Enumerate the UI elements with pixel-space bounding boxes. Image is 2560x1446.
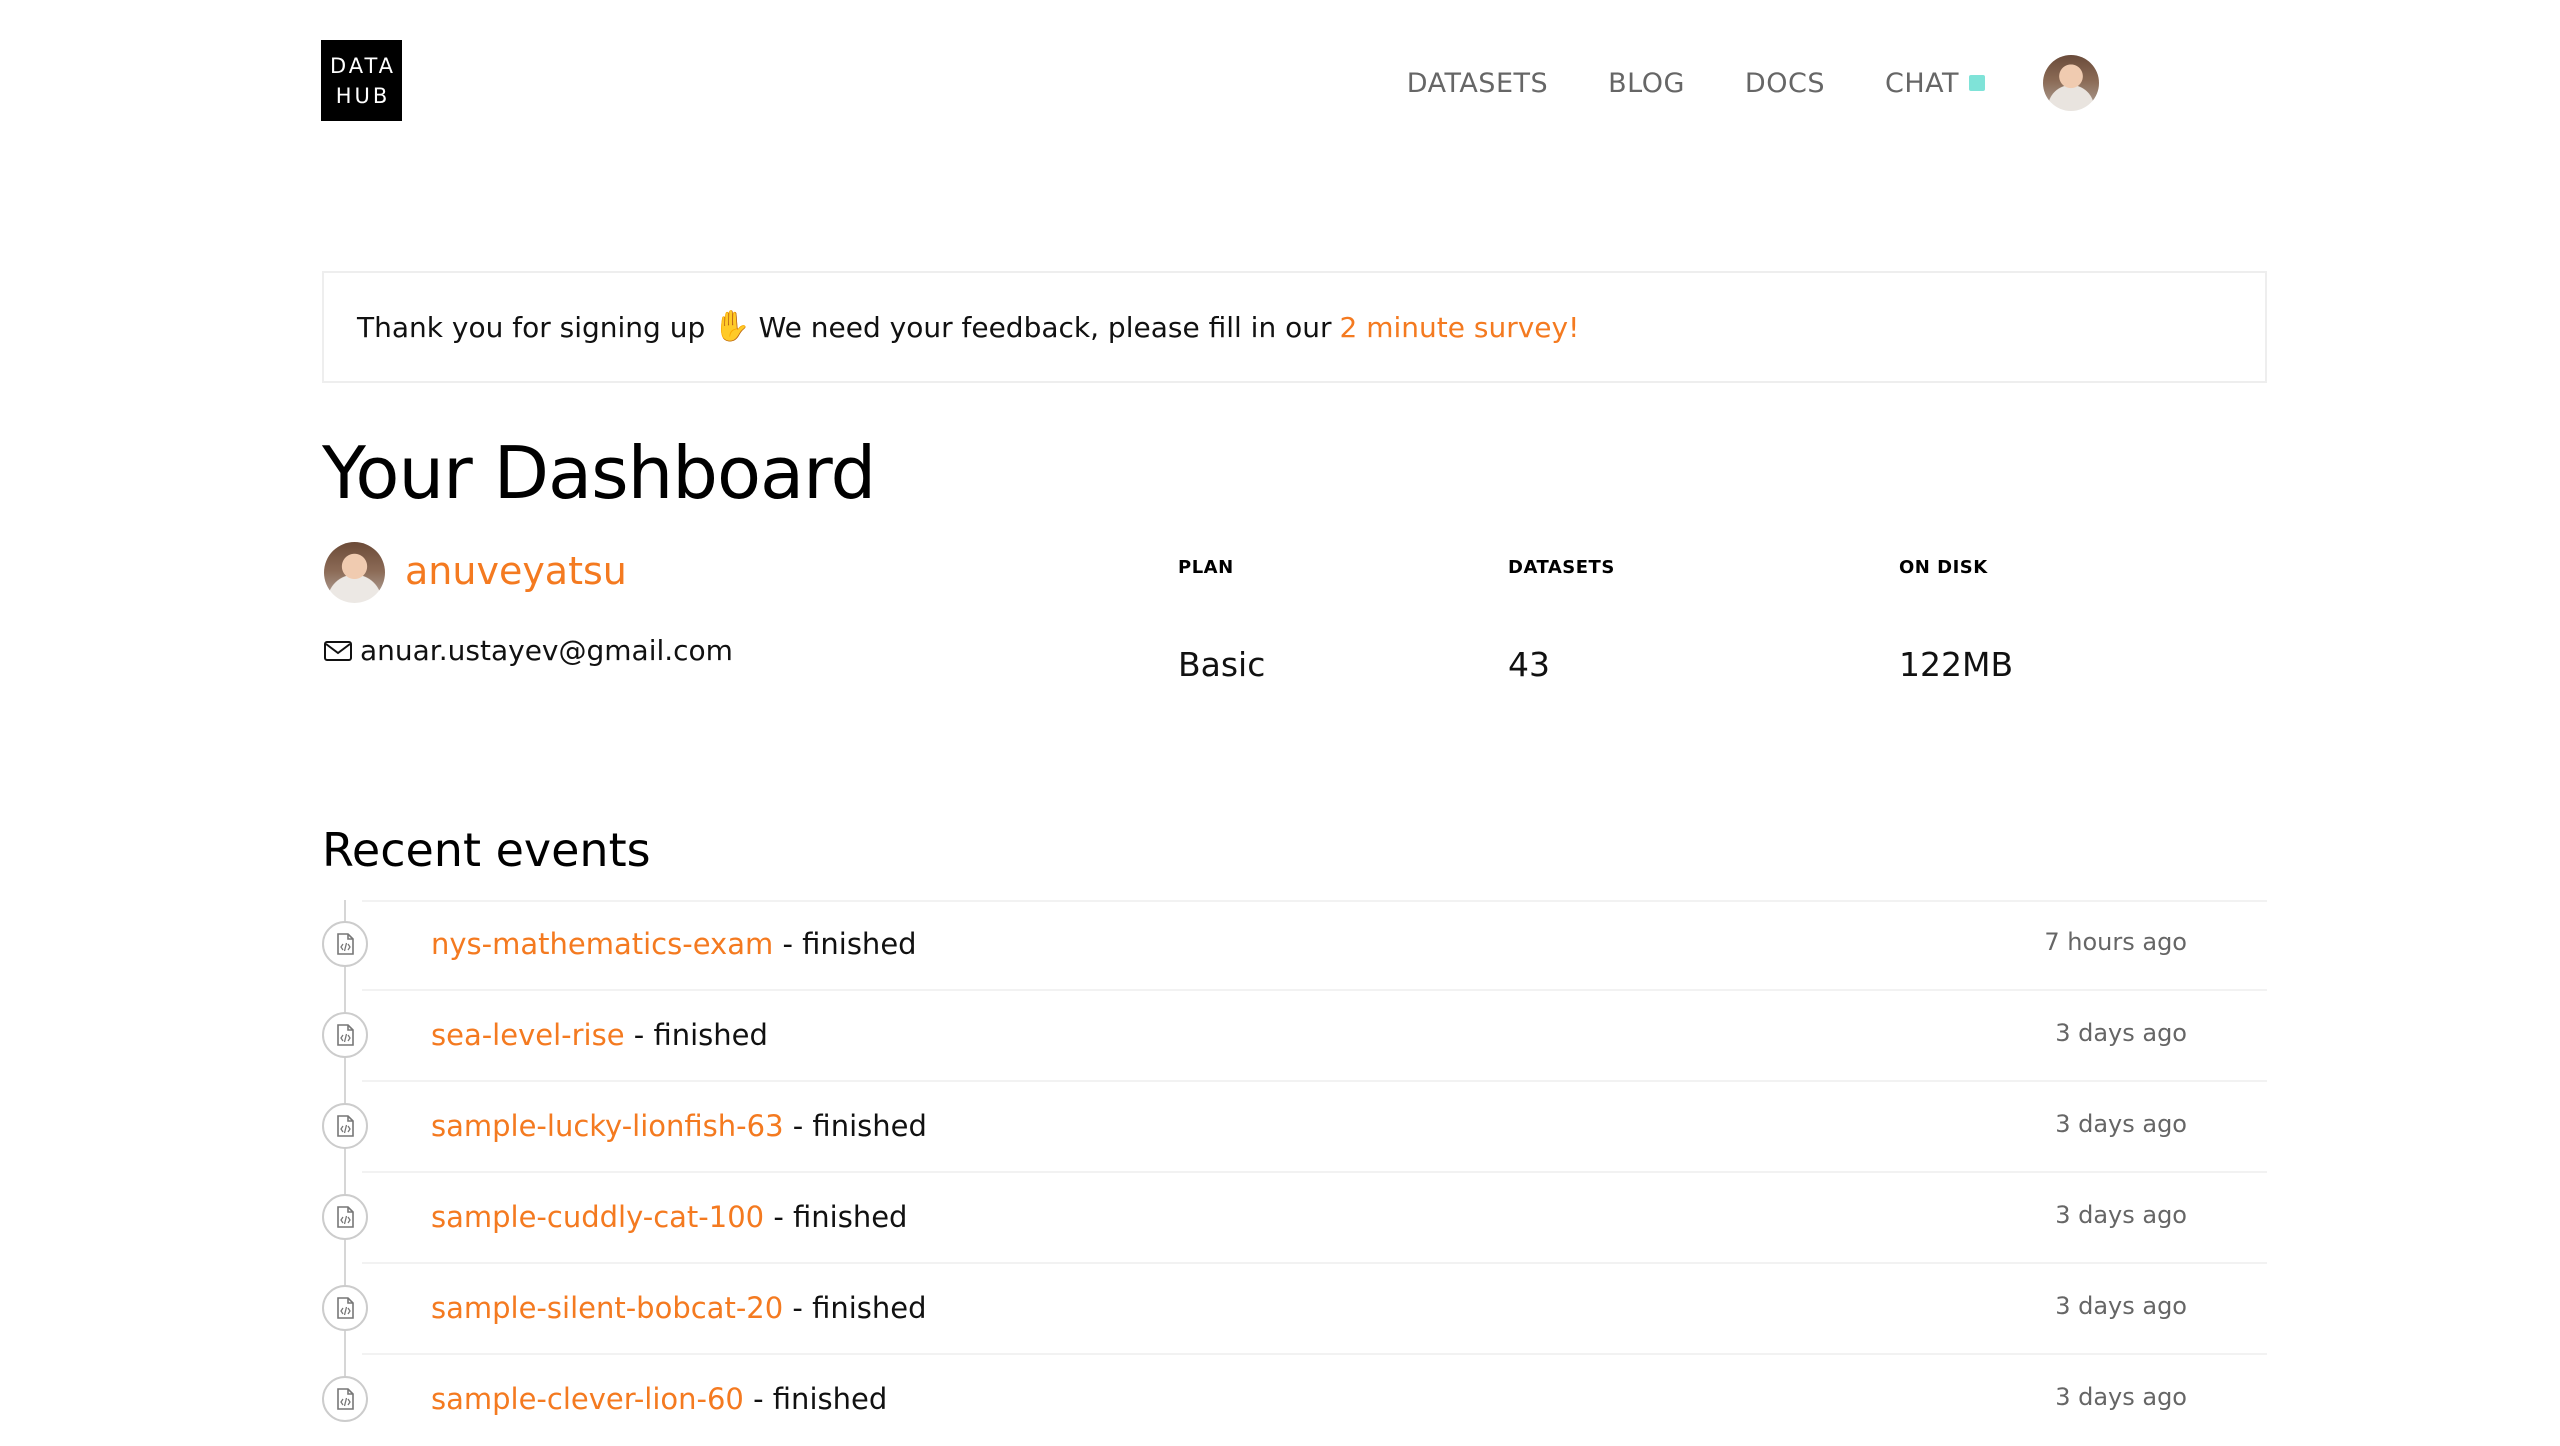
event-text: nys-mathematics-exam - finished [431,922,917,966]
nav-chat-link[interactable]: CHAT [1885,68,1959,99]
disk-usage-label: ON DISK [1899,557,1988,578]
datahub-logo[interactable]: DATA HUB [321,40,402,121]
file-code-icon [322,1285,368,1331]
user-email: anuar.ustayev@gmail.com [360,634,733,667]
plan-label: PLAN [1178,557,1234,578]
event-status: - finished [792,1109,927,1143]
banner-text-after: We need your feedback, please fill in ou… [758,310,1332,344]
survey-link[interactable]: 2 minute survey! [1340,311,1580,344]
event-item: sea-level-rise - finished 3 days ago [322,991,2267,1082]
event-timestamp: 7 hours ago [2044,928,2187,956]
event-status: - finished [753,1382,888,1416]
event-timestamp: 3 days ago [2055,1292,2187,1320]
event-timestamp: 3 days ago [2055,1019,2187,1047]
nav-blog-link[interactable]: BLOG [1608,68,1685,99]
nav-docs-link[interactable]: DOCS [1745,68,1825,99]
main-nav: DATASETS BLOG DOCS CHAT [1347,50,2099,116]
chat-online-indicator [1969,75,1985,91]
event-status: - finished [782,927,917,961]
plan-value: Basic [1178,645,1266,684]
event-item: sample-silent-bobcat-20 - finished 3 day… [322,1264,2267,1355]
event-text: sea-level-rise - finished [431,1013,768,1057]
file-code-icon [322,1103,368,1149]
raised-hand-icon: ✋ [713,309,751,344]
logo-text-line2: HUB [335,83,391,108]
event-timestamp: 3 days ago [2055,1201,2187,1229]
feedback-banner: Thank you for signing up ✋ We need your … [322,271,2267,383]
event-dataset-link[interactable]: nys-mathematics-exam [431,927,773,961]
event-text: sample-silent-bobcat-20 - finished [431,1286,927,1330]
logo-text-line1: DATA [329,53,397,78]
event-dataset-link[interactable]: sample-clever-lion-60 [431,1382,744,1416]
file-code-icon [322,1194,368,1240]
page-title: Your Dashboard [322,431,876,515]
event-dataset-link[interactable]: sample-cuddly-cat-100 [431,1200,764,1234]
event-timestamp: 3 days ago [2055,1383,2187,1411]
event-status: - finished [773,1200,908,1234]
recent-events-title: Recent events [322,823,651,877]
envelope-icon [324,640,352,661]
event-text: sample-clever-lion-60 - finished [431,1377,887,1421]
username-link[interactable]: anuveyatsu [405,546,627,596]
event-item: sample-cuddly-cat-100 - finished 3 days … [322,1173,2267,1264]
disk-usage-value: 122MB [1899,645,2014,684]
datasets-count-label: DATASETS [1508,557,1615,578]
banner-text-before: Thank you for signing up [357,310,706,344]
event-dataset-link[interactable]: sea-level-rise [431,1018,625,1052]
event-dataset-link[interactable]: sample-lucky-lionfish-63 [431,1109,784,1143]
file-code-icon [322,1376,368,1422]
event-dataset-link[interactable]: sample-silent-bobcat-20 [431,1291,783,1325]
nav-chat[interactable]: CHAT [1885,68,1985,99]
nav-datasets-link[interactable]: DATASETS [1407,68,1548,99]
event-item: sample-clever-lion-60 - finished 3 days … [322,1355,2267,1446]
event-timestamp: 3 days ago [2055,1110,2187,1138]
file-code-icon [322,1012,368,1058]
file-code-icon [322,921,368,967]
user-avatar-menu[interactable] [2043,55,2099,111]
datasets-count-value: 43 [1508,645,1550,684]
event-text: sample-cuddly-cat-100 - finished [431,1195,907,1239]
event-item: nys-mathematics-exam - finished 7 hours … [322,900,2267,991]
event-item: sample-lucky-lionfish-63 - finished 3 da… [322,1082,2267,1173]
event-text: sample-lucky-lionfish-63 - finished [431,1104,927,1148]
email-row: anuar.ustayev@gmail.com [324,634,733,667]
profile-avatar [324,542,385,603]
event-status: - finished [792,1291,927,1325]
event-status: - finished [633,1018,768,1052]
